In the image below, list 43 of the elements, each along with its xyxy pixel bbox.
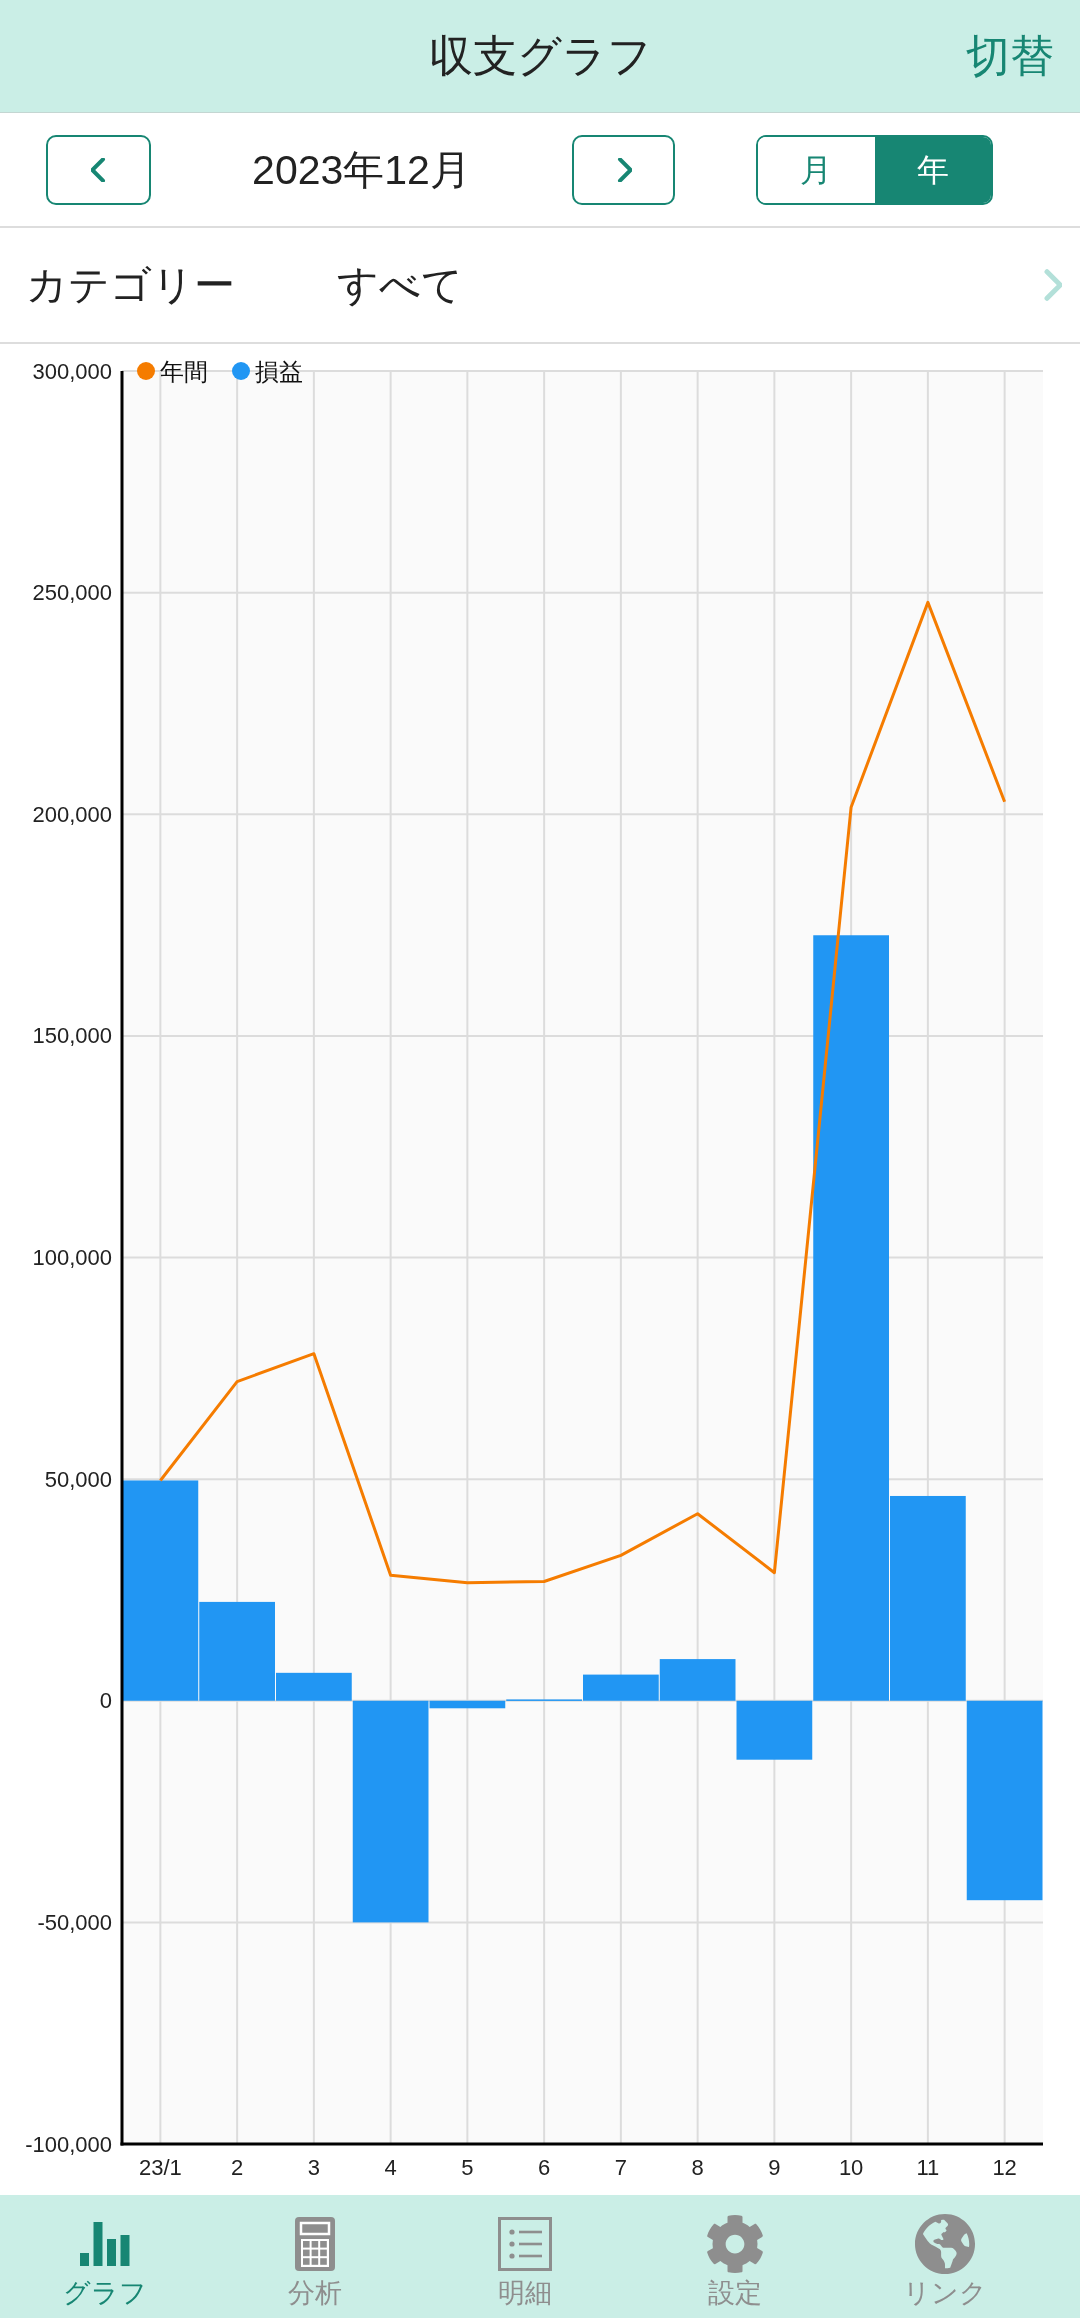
x-axis-label: 9 [768,2154,781,2180]
legend-label: 損益 [255,357,303,385]
x-axis-label: 2 [231,2154,244,2180]
y-axis-label: 100,000 [32,1245,112,1270]
y-axis-label: -100,000 [25,2131,112,2157]
x-axis-label: 23/1 [138,2154,182,2180]
bar-chart-icon [80,2222,130,2266]
gear-icon [705,2214,765,2274]
switch-button[interactable]: 切替 [966,30,1054,82]
y-axis-label: 0 [99,1688,112,1714]
y-axis-label: 300,000 [32,358,112,384]
nav-tab[interactable]: リンク [840,2195,1050,2318]
calculator-icon [295,2217,335,2271]
nav-tab[interactable]: グラフ [0,2195,210,2318]
x-axis-label: 6 [538,2154,551,2180]
next-button[interactable] [572,134,675,205]
x-axis-label: 10 [838,2154,864,2180]
list-icon [498,2217,552,2271]
x-axis-label: 8 [691,2154,704,2180]
globe-icon [914,2213,976,2275]
y-axis-label: 250,000 [32,580,112,606]
previous-button[interactable] [46,134,151,205]
nav-tab[interactable]: 明細 [420,2195,630,2318]
y-axis-label: 50,000 [44,1466,112,1492]
category-value: すべて [337,261,464,310]
x-axis-label: 11 [916,2154,940,2180]
y-axis-label: 200,000 [32,801,112,827]
nav-tab[interactable]: 設定 [630,2195,840,2318]
screen-title: 収支グラフ [428,30,652,82]
x-axis-label: 4 [384,2154,397,2180]
y-axis-label: 150,000 [32,1023,112,1049]
date-label: 2023年12月 [252,145,471,195]
x-axis-label: 5 [461,2154,474,2180]
y-axis-label: -50,000 [37,1909,112,1935]
period-tab[interactable]: 年 [874,136,991,203]
chevron-left-icon [90,157,107,182]
nav-tab[interactable]: 分析 [210,2195,420,2318]
legend-label: 年間 [160,357,208,385]
category-label: カテゴリー [26,261,236,310]
chevron-right-icon [615,157,632,182]
x-axis-label: 3 [307,2154,320,2180]
x-axis-label: 7 [614,2154,627,2180]
x-axis-label: 12 [992,2154,1017,2180]
